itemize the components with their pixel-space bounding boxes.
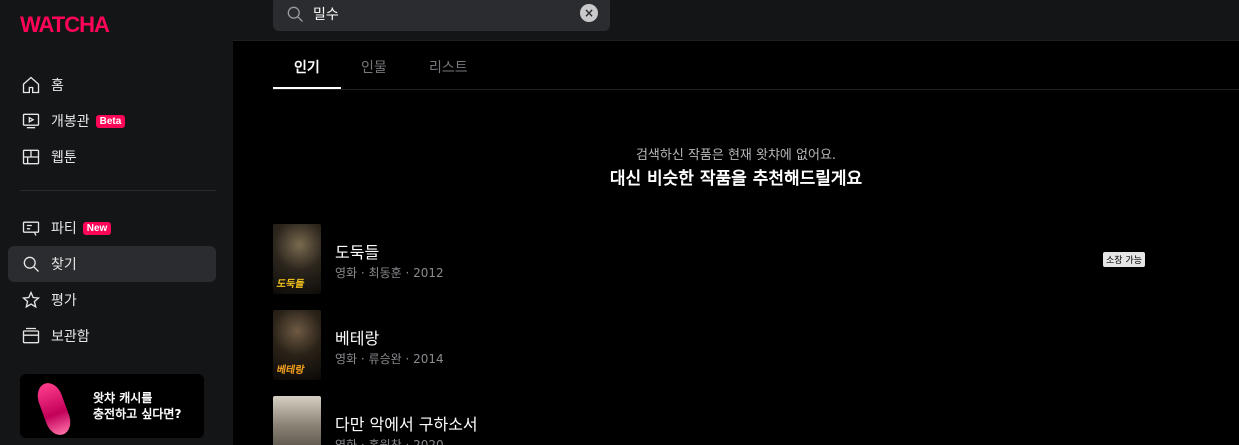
sidebar-item-search[interactable]: 찾기 — [8, 246, 216, 282]
promo-text: 왓챠 캐시를 충전하고 싶다면? — [93, 391, 182, 421]
star-icon — [20, 289, 42, 311]
poster-image[interactable]: 도둑들 — [273, 224, 321, 294]
sidebar-item-label: 보관함 — [51, 329, 90, 345]
sidebar-item-home[interactable]: 홈 — [8, 67, 216, 103]
close-icon[interactable]: × — [580, 4, 598, 22]
sidebar-item-webtoon[interactable]: 웹툰 — [8, 139, 216, 175]
result-title[interactable]: 도둑들 — [335, 239, 379, 263]
recommendation-heading: 대신 비슷한 작품을 추천해드릴게요 — [609, 169, 863, 189]
nav-secondary: 파티 New 찾기 평가 보관함 — [8, 210, 216, 354]
nav-primary: 홈 개봉관 Beta 웹툰 — [8, 67, 216, 175]
search-query[interactable]: 밀수 — [313, 4, 339, 24]
sidebar-item-label: 웹툰 — [51, 150, 77, 166]
sidebar: WATCHA 홈 개봉관 Beta 웹툰 파티 New 찾기 평가 보관함 왓챠… — [0, 0, 233, 445]
search-icon — [285, 4, 305, 24]
active-tab-indicator — [273, 87, 341, 89]
search-icon — [20, 253, 42, 275]
watcha-logo[interactable]: WATCHA — [20, 12, 110, 38]
sidebar-item-theater[interactable]: 개봉관 Beta — [8, 103, 216, 139]
result-meta: 영화 · 홍원찬 · 2020 — [335, 438, 444, 445]
result-tabs: 인기 인물 리스트 — [273, 44, 1239, 90]
sidebar-item-label: 파티 — [51, 221, 77, 237]
sidebar-item-label: 홈 — [51, 78, 64, 94]
sidebar-item-label: 평가 — [51, 293, 77, 309]
new-badge: New — [82, 221, 112, 235]
sidebar-item-party[interactable]: 파티 New — [8, 210, 216, 246]
cash-promo-banner[interactable]: 왓챠 캐시를 충전하고 싶다면? — [20, 374, 204, 438]
sidebar-divider — [20, 190, 216, 191]
top-bar: 밀수 × — [233, 0, 1239, 41]
tab-lists[interactable]: 리스트 — [429, 57, 468, 77]
ownable-badge: 소장 가능 — [1103, 252, 1145, 267]
result-meta: 영화 · 최동훈 · 2012 — [335, 266, 444, 280]
beta-badge: Beta — [95, 114, 126, 128]
list-item[interactable]: 다만 악에서 구하소서 영화 · 홍원찬 · 2020 — [273, 396, 1173, 445]
result-title[interactable]: 베테랑 — [335, 325, 379, 349]
result-title[interactable]: 다만 악에서 구하소서 — [335, 411, 478, 435]
webtoon-icon — [20, 146, 42, 168]
list-item[interactable]: 베테랑 베테랑 영화 · 류승완 · 2014 — [273, 310, 1173, 380]
search-input[interactable]: 밀수 × — [273, 0, 610, 31]
sidebar-item-label: 찾기 — [51, 257, 77, 273]
sidebar-item-label: 개봉관 — [51, 114, 90, 130]
tv-icon — [20, 110, 42, 132]
tab-popular[interactable]: 인기 — [294, 57, 320, 77]
poster-image[interactable] — [273, 396, 321, 445]
sidebar-item-archive[interactable]: 보관함 — [8, 318, 216, 354]
archive-icon — [20, 325, 42, 347]
no-result-message: 검색하신 작품은 현재 왓챠에 없어요. — [635, 148, 837, 163]
sidebar-item-rate[interactable]: 평가 — [8, 282, 216, 318]
tab-people[interactable]: 인물 — [361, 57, 387, 77]
party-icon — [20, 217, 42, 239]
list-item[interactable]: 도둑들 도둑들 영화 · 최동훈 · 2012 소장 가능 — [273, 224, 1173, 294]
poster-image[interactable]: 베테랑 — [273, 310, 321, 380]
cash-coin-icon — [33, 379, 75, 438]
result-meta: 영화 · 류승완 · 2014 — [335, 352, 444, 366]
home-icon — [20, 74, 42, 96]
